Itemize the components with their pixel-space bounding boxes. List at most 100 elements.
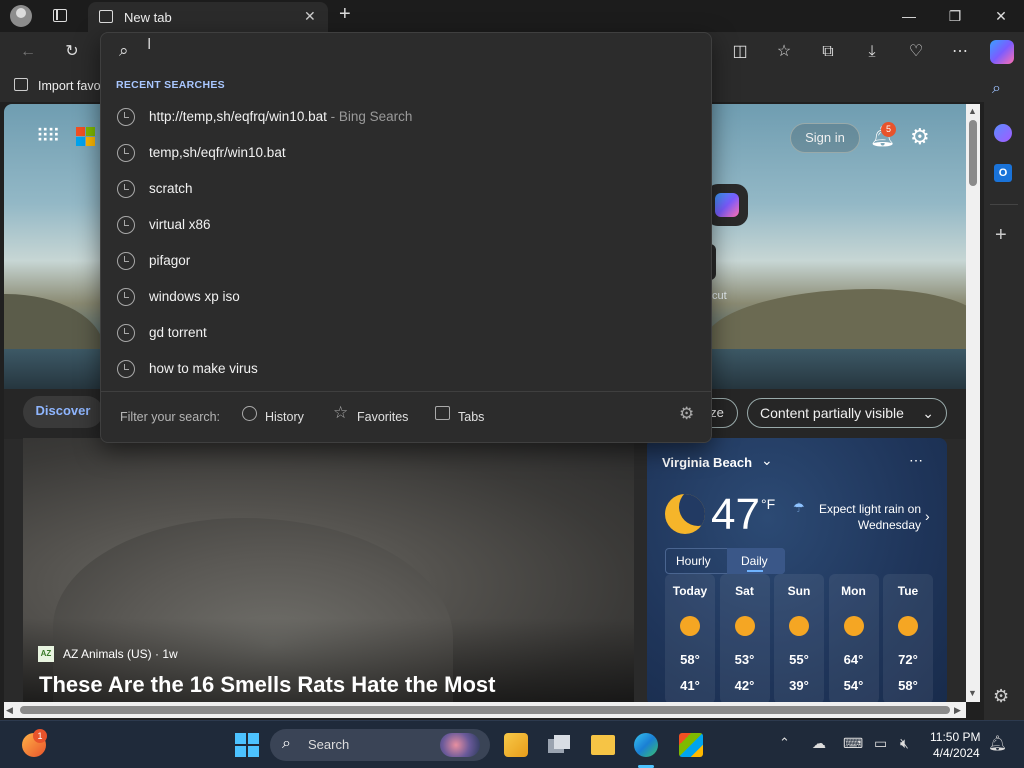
- history-clock-icon: [117, 252, 135, 270]
- tab-daily[interactable]: Daily: [741, 554, 768, 568]
- keyboard-icon[interactable]: ⌨: [843, 735, 863, 752]
- scroll-up-icon[interactable]: ▲: [968, 106, 977, 116]
- forecast-day[interactable]: Sun 55° 39°: [774, 574, 824, 702]
- taskbar-search-box[interactable]: ⌕ Search: [270, 729, 490, 761]
- forecast-day[interactable]: Today 58° 41°: [665, 574, 715, 702]
- filter-settings-icon[interactable]: ⚙: [679, 404, 694, 424]
- temp-unit[interactable]: °F: [761, 496, 775, 512]
- page-settings-icon[interactable]: ⚙: [910, 124, 930, 150]
- minimize-button[interactable]: —: [886, 0, 932, 32]
- content-visibility-dropdown[interactable]: Content partially visible ⌄: [747, 398, 947, 428]
- recent-search-item[interactable]: http://temp,sh/eqfrq/win10.bat - Bing Se…: [101, 99, 711, 135]
- recent-search-text: gd torrent: [149, 325, 207, 340]
- recent-search-item[interactable]: temp,sh/eqfr/win10.bat: [101, 135, 711, 171]
- volume-muted-icon[interactable]: 🔇︎: [900, 735, 909, 752]
- more-icon[interactable]: ⋯: [948, 40, 972, 64]
- history-clock-icon: [117, 144, 135, 162]
- forecast-summary[interactable]: Expect light rain on Wednesday: [809, 501, 921, 533]
- start-icon[interactable]: [235, 733, 259, 757]
- forecast-day[interactable]: Mon 64° 54°: [828, 574, 879, 702]
- discover-tab[interactable]: Discover: [23, 396, 103, 428]
- downloads-icon[interactable]: ⤓: [860, 40, 884, 64]
- weather-more-icon[interactable]: ⋯: [909, 452, 923, 469]
- add-sidebar-icon[interactable]: +: [995, 224, 1007, 247]
- import-favorites-link[interactable]: Import favo: [38, 79, 101, 93]
- split-screen-icon[interactable]: ◫: [728, 40, 752, 64]
- filter-favorites[interactable]: Favorites: [357, 410, 408, 424]
- file-explorer-icon[interactable]: [591, 735, 615, 755]
- weather-card[interactable]: Virginia Beach ⌄ ⋯ 47 °F ☂ Expect light …: [647, 438, 947, 702]
- day-low: 39°: [789, 678, 809, 693]
- collections-icon[interactable]: ⧉: [816, 40, 840, 64]
- edge-taskbar-icon[interactable]: [634, 733, 658, 757]
- tab-actions-icon[interactable]: [53, 9, 67, 22]
- day-low: 42°: [734, 678, 755, 693]
- recent-searches-header: RECENT SEARCHES: [116, 79, 225, 91]
- copilot-icon[interactable]: [990, 40, 1014, 64]
- forecast-day[interactable]: Sat 53° 42°: [719, 574, 770, 702]
- office-pre-icon[interactable]: [504, 733, 528, 757]
- history-icon: [242, 406, 257, 421]
- tab-new-tab[interactable]: New tab ✕: [88, 2, 328, 32]
- title-bar: New tab ✕ + — ❐ ✕: [0, 0, 1024, 32]
- profile-avatar[interactable]: [10, 5, 32, 27]
- scroll-left-icon[interactable]: ◀: [6, 705, 13, 716]
- tab-hourly[interactable]: Hourly: [676, 554, 711, 568]
- task-view-icon[interactable]: [548, 735, 572, 755]
- horizontal-scroll-thumb[interactable]: [20, 706, 950, 714]
- sidebar-settings-icon[interactable]: ⚙: [993, 686, 1009, 707]
- forecast-day[interactable]: Tue 72° 58°: [883, 574, 933, 702]
- notification-center-icon[interactable]: 🔔︎: [988, 734, 1007, 752]
- windows-taskbar: 1 ⌕ Search ⌃ ☁ ⌨ ▭ 🔇︎ 11:50 PM 4/4/2024 …: [0, 720, 1024, 768]
- clock-date[interactable]: 4/4/2024: [933, 746, 980, 760]
- weather-location[interactable]: Virginia Beach: [662, 455, 752, 470]
- close-tab-icon[interactable]: ✕: [304, 8, 316, 25]
- sign-in-button[interactable]: Sign in: [790, 123, 860, 153]
- day-high: 64°: [843, 652, 864, 667]
- address-input[interactable]: [145, 37, 705, 65]
- filter-tabs[interactable]: Tabs: [458, 410, 484, 424]
- show-hidden-icons[interactable]: ⌃: [779, 735, 790, 751]
- scroll-right-icon[interactable]: ▶: [954, 705, 961, 716]
- chevron-right-icon[interactable]: ›: [925, 508, 930, 524]
- recent-search-text: windows xp iso: [149, 289, 240, 304]
- day-name: Sun: [787, 584, 811, 598]
- copilot-sidebar-icon[interactable]: [994, 124, 1012, 142]
- filter-history[interactable]: History: [265, 410, 304, 424]
- close-window-button[interactable]: ✕: [978, 0, 1024, 32]
- shortcut-label[interactable]: cut: [712, 290, 727, 302]
- recent-search-item[interactable]: gd torrent: [101, 315, 711, 351]
- clock-time[interactable]: 11:50 PM: [930, 730, 980, 744]
- display-icon[interactable]: ▭: [874, 735, 887, 752]
- recent-search-item[interactable]: pifagor: [101, 243, 711, 279]
- vertical-scrollbar[interactable]: ▲ ▼: [966, 104, 980, 702]
- restore-button[interactable]: ❐: [932, 0, 978, 32]
- horizontal-scrollbar[interactable]: ◀ ▶: [4, 702, 966, 718]
- vertical-scroll-thumb[interactable]: [969, 120, 977, 186]
- notification-badge: 5: [881, 122, 896, 137]
- search-sidebar-icon[interactable]: ⌕: [992, 80, 1001, 98]
- scroll-down-icon[interactable]: ▼: [968, 688, 977, 698]
- favorites-icon[interactable]: ☆: [772, 40, 796, 64]
- outlook-icon[interactable]: O: [994, 164, 1012, 182]
- recent-search-item[interactable]: how to make virus: [101, 351, 711, 387]
- store-icon[interactable]: [679, 733, 703, 757]
- back-icon[interactable]: ←: [16, 40, 40, 64]
- recent-search-item[interactable]: scratch: [101, 171, 711, 207]
- recent-search-text: virtual x86: [149, 217, 211, 232]
- history-clock-icon: [117, 324, 135, 342]
- network-icon[interactable]: ☁: [812, 735, 826, 752]
- location-chevron-icon[interactable]: ⌄: [761, 452, 773, 469]
- performance-icon[interactable]: ♡: [904, 40, 928, 64]
- article-headline[interactable]: These Are the 16 Smells Rats Hate the Mo…: [39, 672, 495, 698]
- recent-search-item[interactable]: virtual x86: [101, 207, 711, 243]
- apps-launcher-icon[interactable]: ⠿⠿: [36, 126, 60, 147]
- day-high: 55°: [789, 652, 809, 667]
- refresh-icon[interactable]: ↻: [60, 40, 84, 64]
- day-name: Mon: [841, 584, 866, 598]
- weather-condition-icon: [734, 616, 755, 636]
- recent-search-item[interactable]: windows xp iso: [101, 279, 711, 315]
- copilot-search-icon[interactable]: [706, 184, 748, 226]
- new-tab-button[interactable]: +: [339, 3, 351, 26]
- article-card[interactable]: AZ AZ Animals (US) · 1w These Are the 16…: [23, 438, 634, 702]
